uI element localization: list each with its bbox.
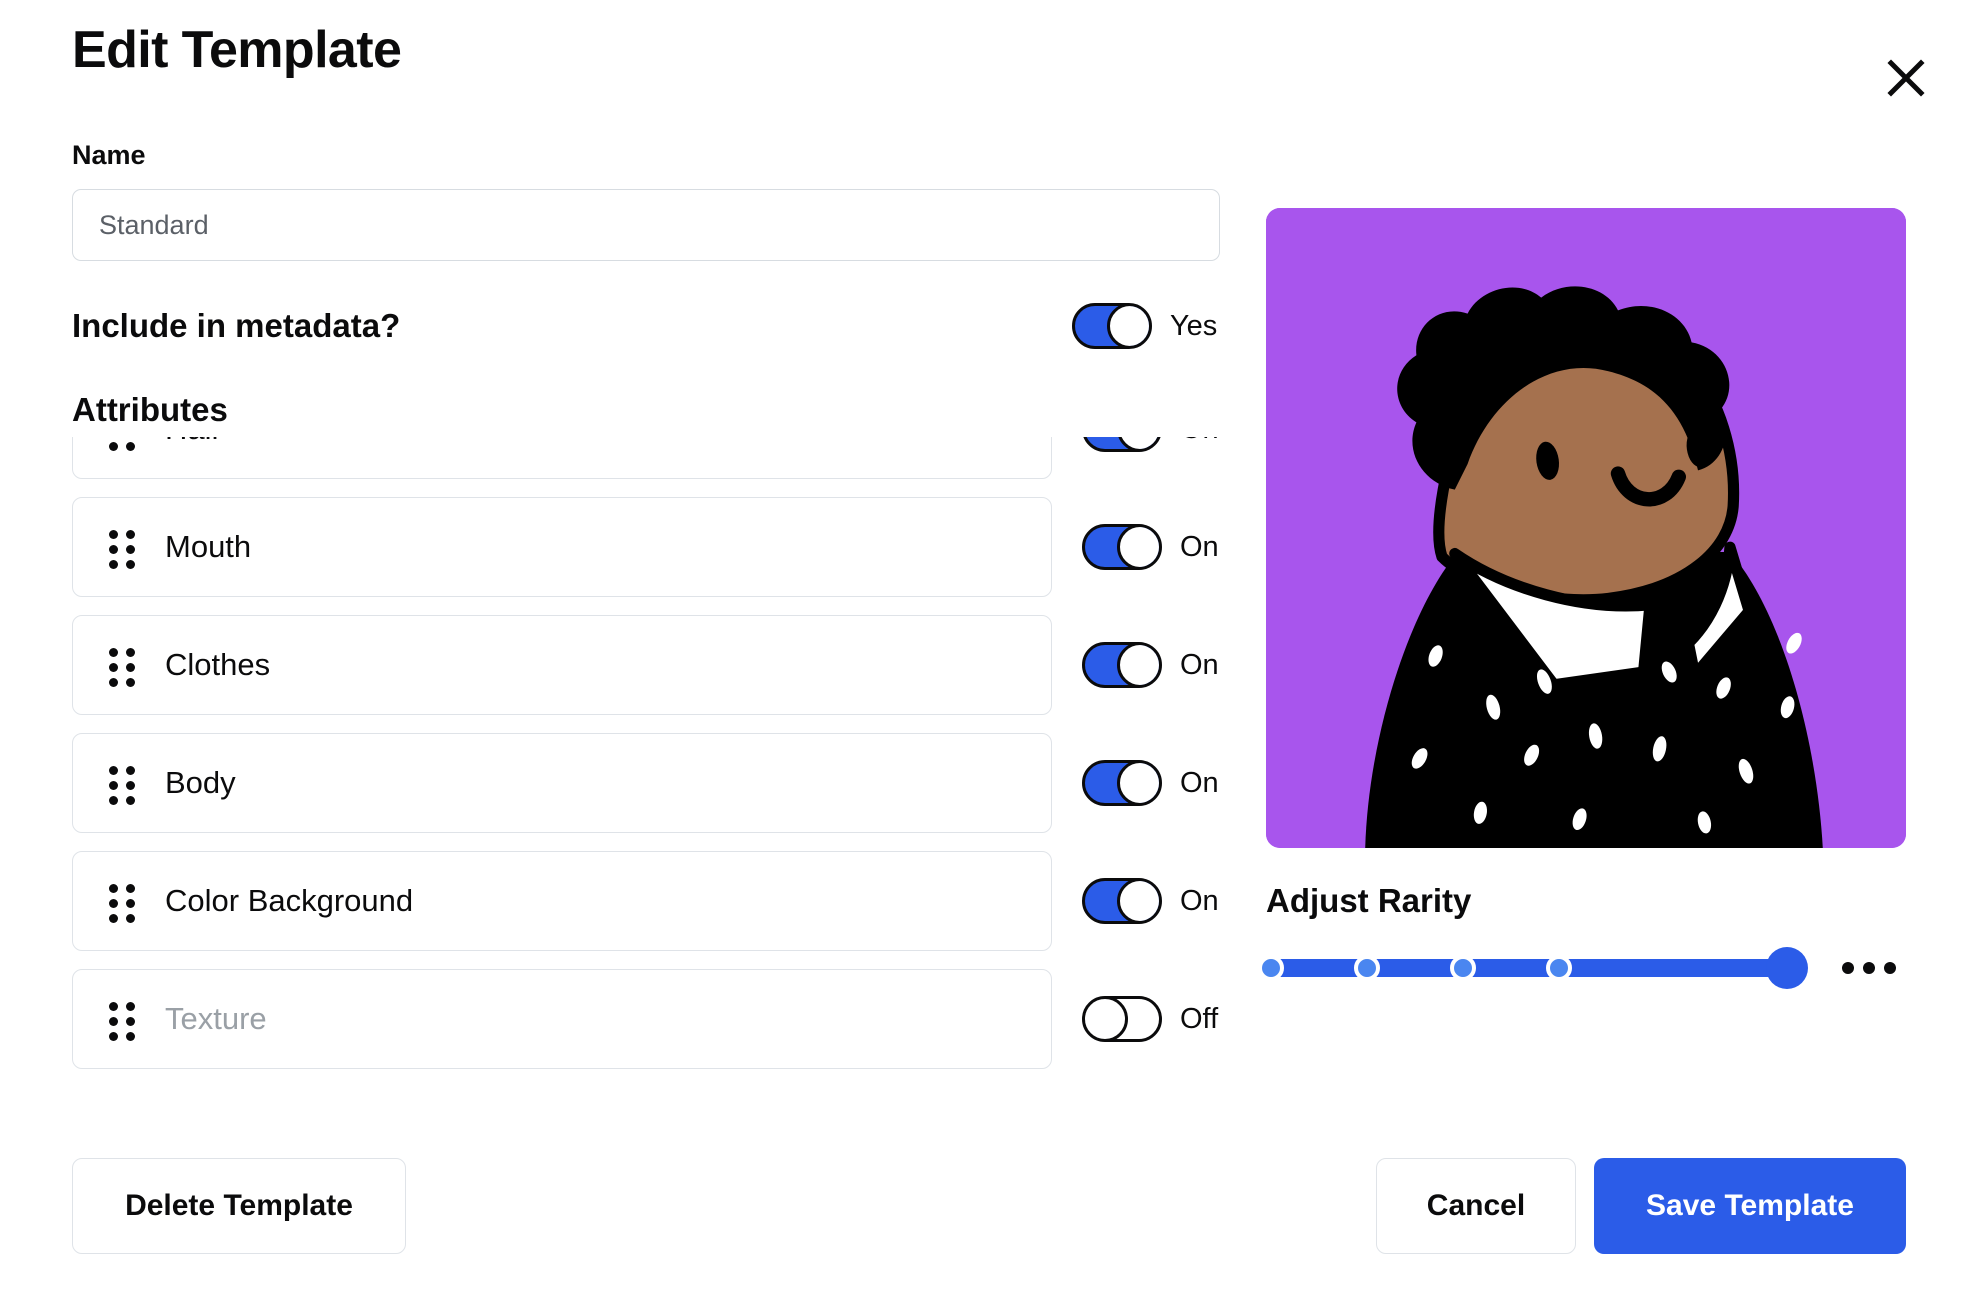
attribute-toggle-label: On [1180,884,1219,917]
save-template-button[interactable]: Save Template [1594,1158,1906,1254]
include-in-metadata-row: Include in metadata? Yes [72,303,1272,349]
list-item: Mouth On [72,497,1222,597]
attribute-toggle-wrap-texture: Off [1082,996,1222,1042]
list-item: Clothes On [72,615,1222,715]
attribute-toggle-label: Off [1180,1002,1219,1035]
attribute-label: Clothes [165,647,271,682]
drag-handle-icon[interactable] [109,437,135,451]
slider-step-3[interactable] [1545,955,1572,981]
attribute-toggle-label: On [1180,530,1219,563]
ellipsis-icon[interactable] [1832,952,1906,984]
attribute-card-texture[interactable]: Texture [72,969,1052,1069]
include-in-metadata-toggle[interactable] [1072,303,1152,349]
name-input[interactable] [72,189,1220,261]
attribute-label: Body [165,765,236,800]
attributes-list-scroll[interactable]: Hair On Mouth [72,437,1222,1082]
list-item: Hair On [72,437,1222,479]
include-in-metadata-toggle-wrap: Yes [1072,303,1272,349]
avatar-illustration [1266,208,1906,848]
drag-handle-icon[interactable] [109,884,135,923]
page-title: Edit Template [72,21,402,79]
attribute-toggle-color-background[interactable] [1082,878,1162,924]
drag-handle-icon[interactable] [109,766,135,805]
drag-handle-icon[interactable] [109,530,135,569]
close-glyph [1887,59,1925,97]
list-item: Color Background On [72,851,1222,951]
toggle-knob [1116,763,1159,803]
cancel-button[interactable]: Cancel [1376,1158,1576,1254]
attribute-toggle-label: On [1180,648,1219,681]
attribute-card-body[interactable]: Body [72,733,1052,833]
attribute-toggle-label: On [1180,766,1219,799]
drag-handle-icon[interactable] [109,1002,135,1041]
toggle-knob [1116,881,1159,921]
include-in-metadata-toggle-label: Yes [1170,309,1218,342]
attribute-toggle-clothes[interactable] [1082,642,1162,688]
slider-step-1[interactable] [1354,955,1381,981]
attribute-toggle-wrap-mouth: On [1082,524,1222,570]
attribute-card-clothes[interactable]: Clothes [72,615,1052,715]
toggle-knob [1085,999,1128,1039]
attribute-toggle-body[interactable] [1082,760,1162,806]
slider-step-2[interactable] [1449,955,1476,981]
attributes-heading: Attributes [72,391,1222,429]
list-item: Body On [72,733,1222,833]
drag-handle-icon[interactable] [109,648,135,687]
attribute-toggle-hair[interactable] [1082,437,1162,452]
attribute-card-mouth[interactable]: Mouth [72,497,1052,597]
toggle-knob [1116,645,1159,685]
rarity-control-row [1258,947,1906,989]
preview-column: Adjust Rarity [1258,208,1906,989]
footer-actions: Cancel Save Template [1376,1158,1906,1254]
attribute-label: Color Background [165,883,414,918]
attribute-toggle-wrap-body: On [1082,760,1222,806]
attribute-toggle-mouth[interactable] [1082,524,1162,570]
attribute-label: Mouth [165,529,252,564]
attribute-toggle-label: On [1180,437,1219,446]
adjust-rarity-title: Adjust Rarity [1266,882,1472,919]
list-item: Texture Off [72,969,1222,1069]
attribute-toggle-wrap-clothes: On [1082,642,1222,688]
toggle-knob [1106,306,1149,346]
form-column: Name Include in metadata? Yes Attributes [72,140,1222,1082]
delete-template-button[interactable]: Delete Template [72,1158,406,1254]
avatar-preview [1266,208,1906,848]
close-icon[interactable] [1878,50,1934,106]
attribute-toggle-texture[interactable] [1082,996,1162,1042]
toggle-knob [1116,527,1159,567]
include-in-metadata-label: Include in metadata? [72,307,401,344]
slider-thumb[interactable] [1766,947,1809,989]
edit-template-modal: Edit Template Name Include in metadata? … [0,0,1972,1298]
name-label: Name [72,140,146,170]
attribute-label: Texture [165,1001,267,1036]
modal-header: Edit Template [72,21,1900,102]
modal-footer: Delete Template Cancel Save Template [72,1158,1906,1254]
slider-step-0[interactable] [1258,955,1285,981]
rarity-slider[interactable] [1258,947,1809,989]
slider-track [1266,959,1798,977]
toggle-knob [1116,437,1159,449]
attribute-toggle-wrap-hair: On [1082,437,1222,452]
attributes-list: Hair On Mouth [72,437,1222,1069]
attribute-label: Hair [165,437,222,447]
attribute-card-color-background[interactable]: Color Background [72,851,1052,951]
attribute-card-hair[interactable]: Hair [72,437,1052,479]
attribute-toggle-wrap-color-background: On [1082,878,1222,924]
